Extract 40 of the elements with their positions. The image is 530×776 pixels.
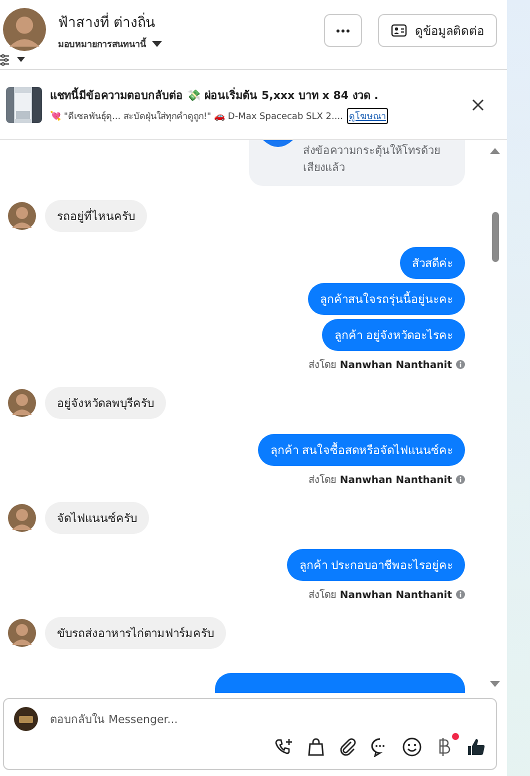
message-bubble: ลูกค้า อยู่จังหวัดอะไรคะ xyxy=(322,319,465,351)
assign-dropdown[interactable]: มอบหมายการสนทนานี้ xyxy=(58,37,162,51)
sent-by-label: ส่งโดย Nanwhan Nanthanit xyxy=(308,588,452,602)
scrollbar-thumb[interactable] xyxy=(492,212,498,262)
scroll-up-icon[interactable] xyxy=(490,148,500,154)
contact-card-icon xyxy=(391,24,407,37)
call-add-icon[interactable] xyxy=(274,737,294,757)
avatar-icon xyxy=(8,504,36,532)
message-bubble: รถอยู่ที่ไหนครับ xyxy=(45,200,147,232)
message-bubble: ขับรถส่งอาหารไก่ตามฟาร์มครับ xyxy=(45,617,226,649)
shopping-bag-icon[interactable] xyxy=(306,737,326,757)
more-icon xyxy=(336,28,350,32)
ad-text: 💘 "ดีเซลพันธุ์ดุ... สะบัดฝุ่นใส่ทุกคำดูถูก!" 🚗 D-Max Spacecab SLX 2.... xyxy=(50,110,343,122)
view-ad-link[interactable]: ดูโฆษณา xyxy=(346,108,388,124)
ad-title: แชทนี้มีข้อความตอบกลับต่อ 💸 ผ่อนเริ่มต้น 5,xxx บาท x 84 งวด . xyxy=(50,86,380,104)
thumbs-up-icon[interactable] xyxy=(466,737,486,757)
info-icon xyxy=(456,475,465,484)
attachment-icon[interactable] xyxy=(338,737,358,757)
avatar-icon xyxy=(8,389,36,417)
filter-dropdown[interactable] xyxy=(0,54,26,66)
info-icon xyxy=(456,590,465,599)
message-bubble: จัดไฟแนนซ์ครับ xyxy=(45,502,149,534)
caret-icon xyxy=(152,41,162,47)
contact-name: ฟ้าสางที่ ต่างถิ่น xyxy=(58,11,162,33)
message-bubble: อยู่จังหวัดลพบุรีครับ xyxy=(45,387,166,419)
emoji-icon[interactable] xyxy=(402,737,422,757)
message-bubble: สัวสดีค่ะ xyxy=(400,247,465,279)
avatar-icon xyxy=(3,8,46,51)
view-contact-button[interactable]: ดูข้อมูลติดต่อ xyxy=(378,14,497,47)
sent-by-label: ส่งโดย Nanwhan Nanthanit xyxy=(308,473,452,487)
message-bubble: ลูกค้าสนใจรถรุ่นนี้อยู่นะคะ xyxy=(308,283,465,315)
message-bubble: ลุกค้า สนใจซื้อสดหรือจัดไฟแนนซ์คะ xyxy=(258,434,465,466)
info-icon xyxy=(456,360,465,369)
page-avatar-icon xyxy=(14,707,38,731)
avatar-icon xyxy=(8,619,36,647)
card-text: ส่งข้อความกระตุ้นให้โทรด้วยเสียงแล้ว xyxy=(303,143,441,176)
message-bubble: ลูกค้า ประกอบอาชีพอะไรอยู่คะ xyxy=(287,549,465,581)
scroll-down-icon[interactable] xyxy=(490,681,500,687)
sent-by-label: ส่งโดย Nanwhan Nanthanit xyxy=(308,358,452,372)
avatar-icon xyxy=(8,202,36,230)
